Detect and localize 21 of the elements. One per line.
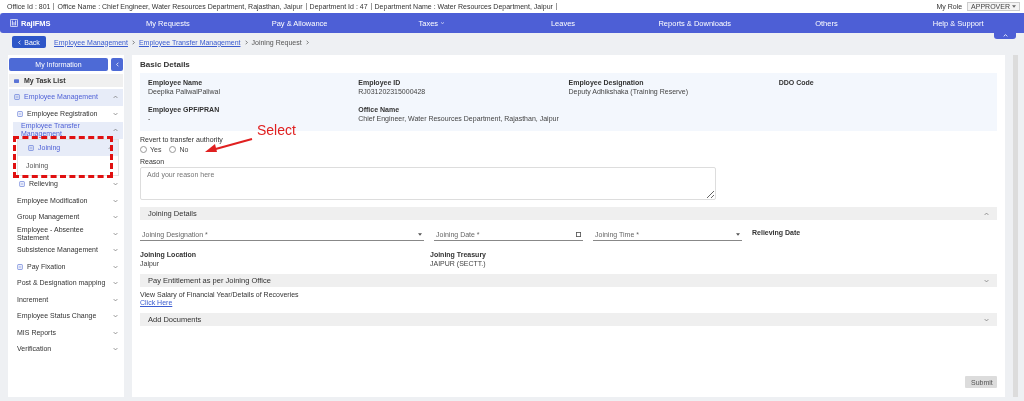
section-title: Basic Details bbox=[140, 60, 191, 69]
caret-icon bbox=[418, 233, 422, 236]
chevron-right-icon bbox=[244, 39, 248, 45]
logo-icon bbox=[10, 19, 18, 27]
calendar-icon bbox=[576, 232, 581, 237]
document-icon bbox=[17, 110, 23, 117]
document-icon bbox=[19, 181, 25, 188]
document-icon bbox=[28, 144, 34, 151]
collapse-header-button[interactable] bbox=[994, 32, 1016, 39]
document-icon bbox=[17, 263, 23, 270]
chevron-left-icon bbox=[115, 62, 119, 67]
annotation-text: Select bbox=[257, 122, 296, 138]
chevron-left-icon bbox=[18, 39, 22, 45]
chevron-right-icon bbox=[305, 39, 309, 45]
chevron-right-icon bbox=[131, 39, 135, 45]
caret-icon bbox=[736, 233, 740, 236]
document-icon bbox=[14, 94, 20, 101]
list-icon bbox=[14, 78, 19, 83]
collapse-sidebar-button[interactable] bbox=[111, 58, 123, 71]
caret-icon bbox=[1012, 5, 1016, 8]
chevron-up-icon bbox=[1002, 34, 1008, 37]
